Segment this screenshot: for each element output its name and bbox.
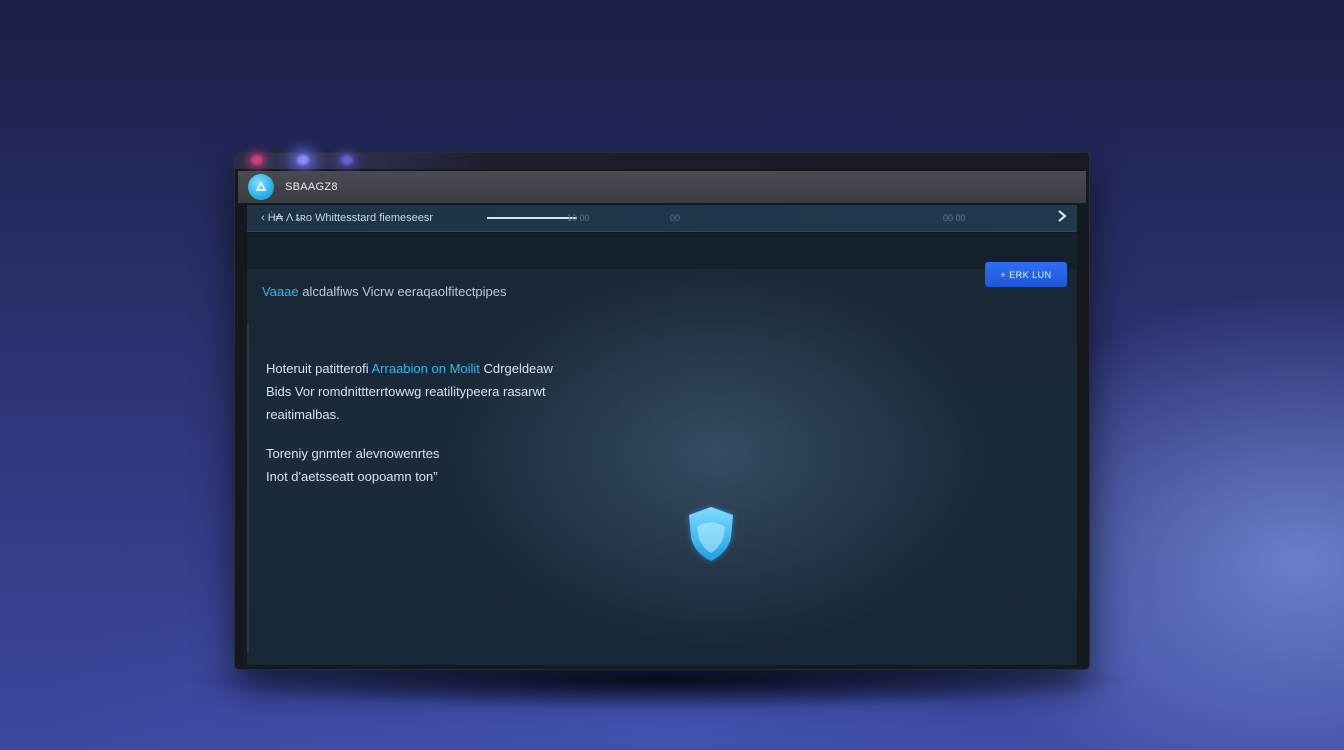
shield-glyph [689, 507, 733, 561]
shield-icon [679, 501, 743, 570]
subtitle-highlight: Vaaae [262, 284, 299, 299]
title-bar [235, 153, 1089, 169]
paragraph-line: Bids Vor romdnittterrtowwg reatilitypeer… [266, 384, 546, 399]
left-edge-divider [247, 323, 249, 653]
paragraph-line: Hoteruit patitterofi Arraabion on Moilit… [266, 357, 553, 380]
description-paragraph: Hoteruit patitterofi Arraabion on Moilit… [266, 357, 553, 426]
subtitle-rest: alcdalfiws Vicrw eeraqaolfitectpipes [302, 284, 507, 299]
url-meta-2: 00 [670, 213, 681, 223]
close-window-dot[interactable] [251, 155, 263, 165]
address-bar[interactable]: ‹ Ḣ₳ Λ ȶʀo Whittesstard fiemeseesr 10 00… [247, 205, 1077, 232]
page-subtitle: Vaaae alcdalfiws Vicrw eeraqaolfitectpip… [262, 284, 507, 299]
paragraph-line-suffix: Cdrgeldeaw [483, 361, 553, 376]
chevron-right-icon[interactable] [1057, 209, 1067, 228]
app-title: SBAAGZ8 [285, 181, 338, 193]
primary-action-button[interactable]: + ERK LUN [985, 262, 1067, 287]
app-logo-glyph [255, 181, 267, 191]
main-content: + ERK LUN Vaaae alcdalfiws Vicrw eeraqao… [247, 233, 1077, 665]
maximize-window-dot[interactable] [341, 155, 353, 165]
app-header: SBAAGZ8 [238, 171, 1086, 203]
content-toolbar-strip [247, 233, 1077, 269]
chevron-right-glyph [1058, 210, 1067, 222]
paragraph-line-prefix: Hoteruit patitterofi [266, 361, 369, 376]
loading-progress-bar [487, 217, 577, 219]
url-text[interactable]: ‹ Ḣ₳ Λ ȶʀo Whittesstard fiemeseesr [261, 212, 433, 224]
paragraph-line: reaitimalbas. [266, 407, 340, 422]
inline-link[interactable]: Arraabion on Moilit [372, 361, 480, 376]
paragraph-line: Inot d'aetsseatt oopoamn ton” [266, 469, 438, 484]
url-meta-3: 00 00 [943, 213, 966, 223]
paragraph-line: Toreniy gnmter alevnowenrtes [266, 446, 440, 461]
app-logo-icon[interactable] [248, 174, 274, 200]
secondary-paragraph: Toreniy gnmter alevnowenrtes Inot d'aets… [266, 442, 439, 488]
browser-window: SBAAGZ8 ‹ Ḣ₳ Λ ȶʀo Whittesstard fiemesee… [235, 153, 1089, 669]
minimize-window-dot[interactable] [297, 155, 309, 165]
url-meta-1: 10 00 [567, 213, 590, 223]
